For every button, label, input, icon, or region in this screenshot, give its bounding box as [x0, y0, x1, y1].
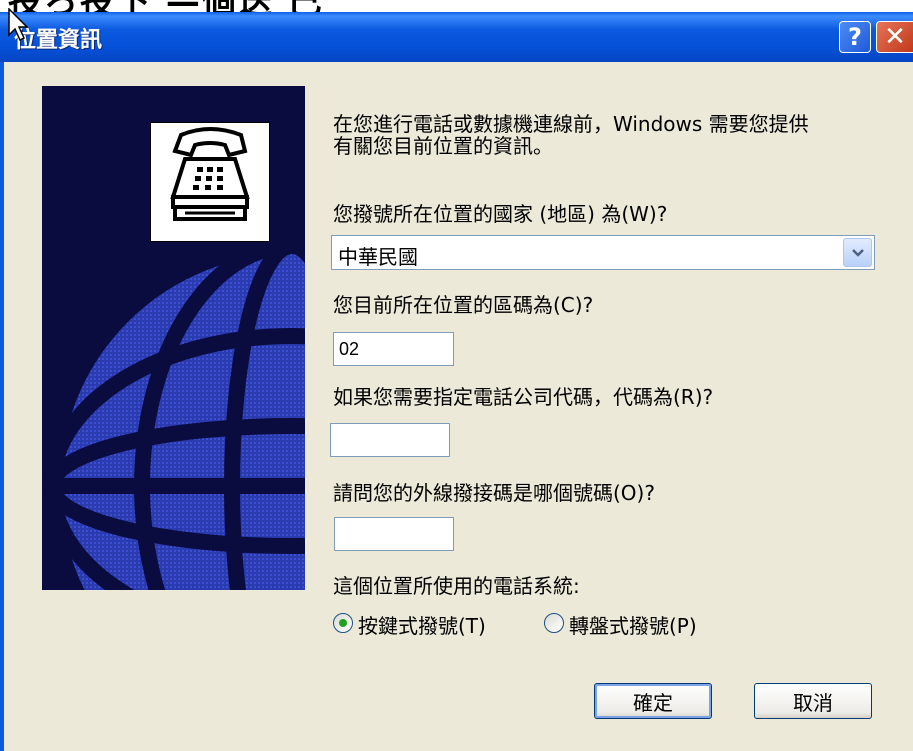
radio-selected-dot [339, 619, 347, 627]
ok-button[interactable]: 確定 [594, 683, 712, 719]
banner-image [42, 86, 305, 590]
carrier-code-input[interactable] [330, 423, 450, 457]
country-select[interactable]: 中華民國 [331, 235, 875, 270]
dial-type-label: 這個位置所使用的電話系統: [333, 574, 580, 598]
intro-text: 在您進行電話或數據機連線前，Windows 需要您提供 有關您目前位置的資訊。 [333, 113, 893, 157]
cancel-button[interactable]: 取消 [754, 683, 872, 719]
tone-dial-label[interactable]: 按鍵式撥號(T) [358, 610, 486, 639]
title-bar[interactable]: 位置資訊 ? ✕ [0, 12, 913, 62]
window-border [0, 62, 4, 751]
intro-line-1: 在您進行電話或數據機連線前，Windows 需要您提供 [333, 112, 809, 136]
intro-line-2: 有關您目前位置的資訊。 [333, 134, 553, 158]
help-button[interactable]: ? [839, 21, 871, 53]
pulse-dial-radio[interactable] [544, 613, 564, 633]
telephone-icon [150, 122, 270, 242]
mouse-pointer-icon [8, 8, 29, 42]
close-icon: ✕ [884, 22, 906, 52]
country-value: 中華民國 [338, 245, 418, 269]
outside-line-input[interactable] [334, 517, 454, 551]
chevron-down-icon[interactable] [843, 238, 872, 267]
close-button[interactable]: ✕ [876, 21, 913, 53]
help-icon: ? [848, 23, 862, 51]
country-label: 您撥號所在位置的國家 (地區) 為(W)? [333, 202, 668, 226]
area-code-label: 您目前所在位置的區碼為(C)? [333, 293, 594, 317]
pulse-dial-label[interactable]: 轉盤式撥號(P) [569, 610, 697, 639]
area-code-input[interactable]: 02 [333, 332, 454, 366]
carrier-code-label: 如果您需要指定電話公司代碼，代碼為(R)? [333, 385, 714, 409]
outside-line-label: 請問您的外線撥接碼是哪個號碼(O)? [333, 481, 655, 505]
tone-dial-radio[interactable] [333, 613, 353, 633]
